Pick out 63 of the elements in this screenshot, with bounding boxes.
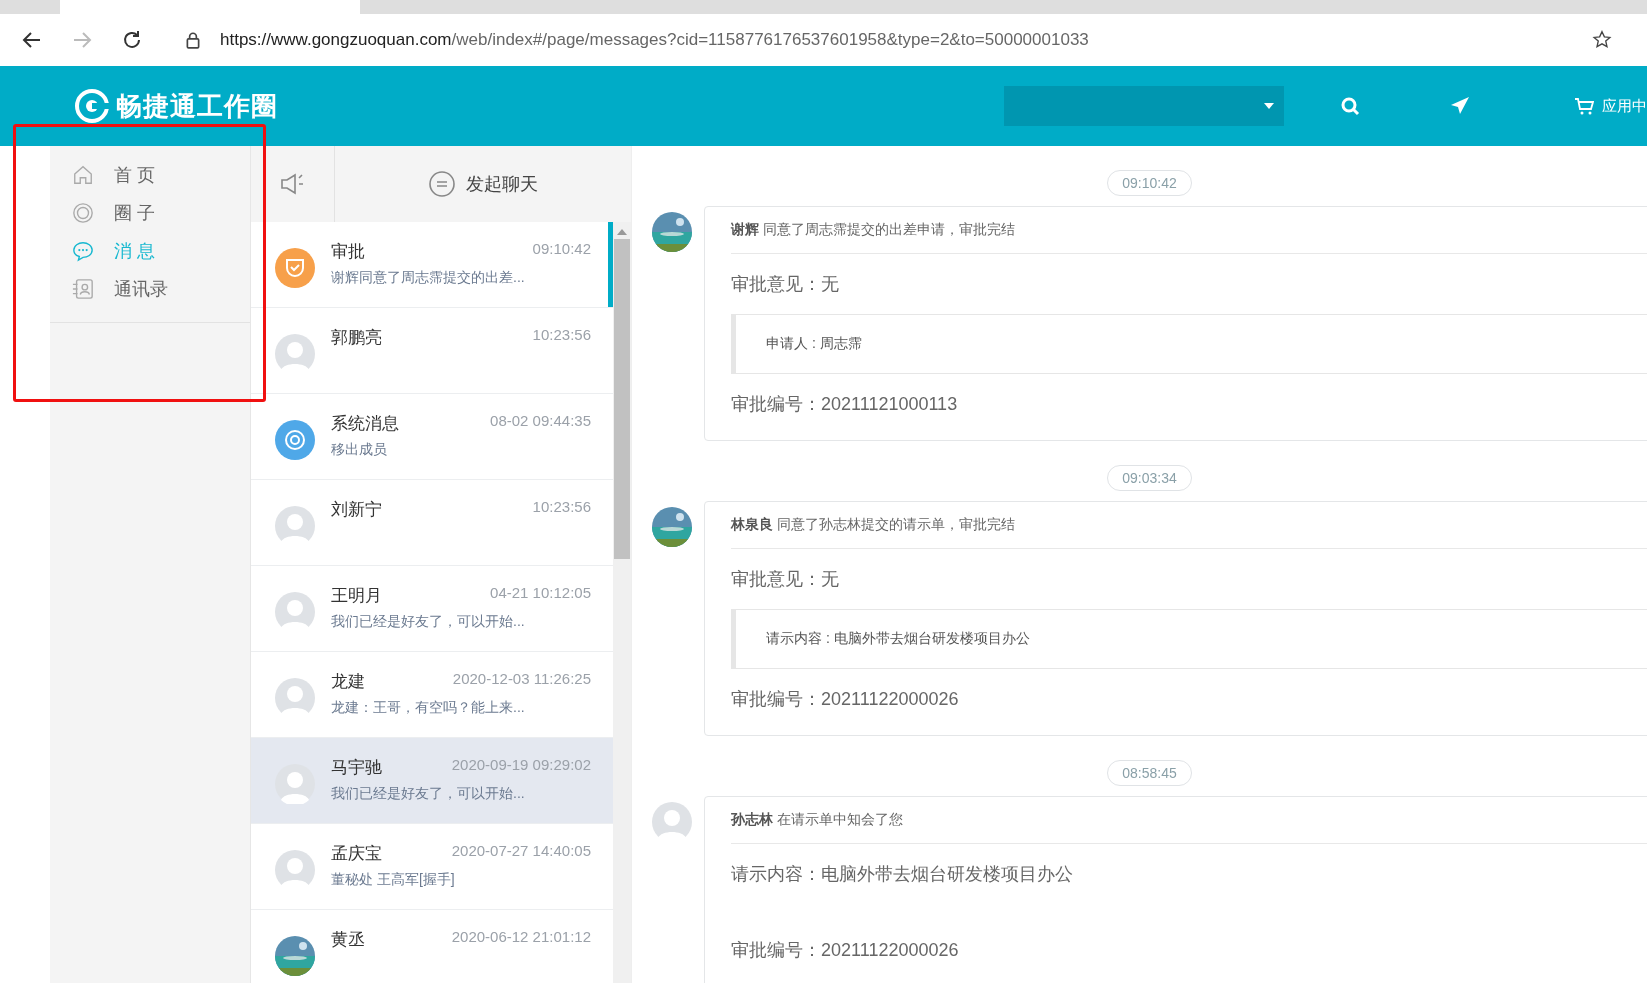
message-preview: 董秘处 王高军[握手] (331, 871, 456, 889)
scrollbar[interactable] (613, 222, 631, 983)
cart-icon (1574, 96, 1594, 116)
home-icon (72, 164, 94, 186)
detail-text: 审批意见：无 (731, 273, 840, 296)
paper-plane-icon[interactable] (1450, 96, 1470, 116)
message-title: 谢辉 同意了周志霈提交的出差申请，审批完结 (731, 207, 1647, 254)
message-title: 林泉良 同意了孙志林提交的请示单，审批完结 (731, 502, 1647, 549)
message-time: 10:23:56 (532, 326, 591, 345)
detail-text: 审批编号：20211122000026 (731, 939, 960, 962)
app-logo: 畅捷通工作圈 (116, 89, 278, 123)
message-preview: 移出成员 (331, 441, 388, 459)
avatar-icon (275, 592, 315, 632)
logo-icon (74, 88, 110, 124)
message-time: 10:23:56 (532, 498, 591, 517)
avatar-icon (652, 802, 692, 842)
contact-name: 刘新宁 (331, 499, 382, 521)
lock-icon (184, 31, 202, 49)
avatar-icon (275, 850, 315, 890)
nav-item[interactable]: 首 页 (50, 156, 250, 194)
contact-name: 郭鹏亮 (331, 327, 382, 349)
avatar-icon (275, 678, 315, 718)
caret-icon (1264, 103, 1274, 109)
message-time: 2020-07-27 14:40:05 (451, 842, 591, 861)
star-icon[interactable] (1591, 29, 1613, 51)
contact-name: 审批 (331, 241, 365, 263)
contact-name: 孟庆宝 (331, 843, 382, 865)
contact-name: 王明月 (331, 585, 382, 607)
message-time: 2020-06-12 21:01:12 (451, 928, 591, 947)
avatar-icon (275, 334, 315, 374)
message-title: 孙志林 在请示单中知会了您 (731, 797, 1647, 844)
quote-text: 申请人 : 周志霈 (731, 314, 1647, 374)
detail-text: 审批编号：20211121000113 (731, 393, 959, 416)
chat-bubble-icon (428, 170, 456, 198)
message-preview: 我们已经是好友了，可以开始... (331, 785, 526, 803)
message-preview: 我们已经是好友了，可以开始... (331, 613, 526, 631)
message-time: 08-02 09:44:35 (490, 412, 591, 431)
contact-card-icon (72, 278, 94, 300)
dropdown-field[interactable] (1004, 86, 1284, 126)
detail-text: 审批编号：20211122000026 (731, 688, 960, 711)
message-time: 09:10:42 (532, 240, 591, 259)
message-time: 04-21 10:12:05 (490, 584, 591, 603)
contact-name: 马宇驰 (331, 757, 382, 779)
avatar-icon (275, 764, 315, 804)
nav-item[interactable]: 通讯录 (50, 270, 250, 308)
avatar-icon (275, 506, 315, 546)
ring-icon (72, 202, 94, 224)
nav-item[interactable]: 圈 子 (50, 194, 250, 232)
detail-text: 审批意见：无 (731, 568, 840, 591)
search-icon[interactable] (1340, 96, 1360, 116)
contact-name: 系统消息 (331, 413, 399, 435)
contact-name: 龙建 (331, 671, 365, 693)
message-time: 2020-09-19 09:29:02 (451, 756, 591, 775)
message-preview: 龙建：王哥，有空吗？能上来... (331, 699, 526, 717)
chat-bubble-icon (72, 240, 94, 262)
approval-icon (275, 248, 315, 288)
message-time: 2020-12-03 11:26:25 (452, 670, 591, 689)
detail-text: 请示内容：电脑外带去烟台研发楼项目办公 (731, 863, 1074, 886)
conversation-item[interactable]: 马宇驰 2020-09-19 09:29:02 我们已经是好友了，可以开始... (251, 738, 613, 824)
message-preview: 谢辉同意了周志霈提交的出差... (331, 269, 526, 287)
contact-name: 黄丞 (331, 929, 365, 951)
conversation-item[interactable]: 审批 09:10:42 谢辉同意了周志霈提交的出差... (251, 222, 613, 308)
quote-text: 请示内容 : 电脑外带去烟台研发楼项目办公 (731, 609, 1647, 669)
